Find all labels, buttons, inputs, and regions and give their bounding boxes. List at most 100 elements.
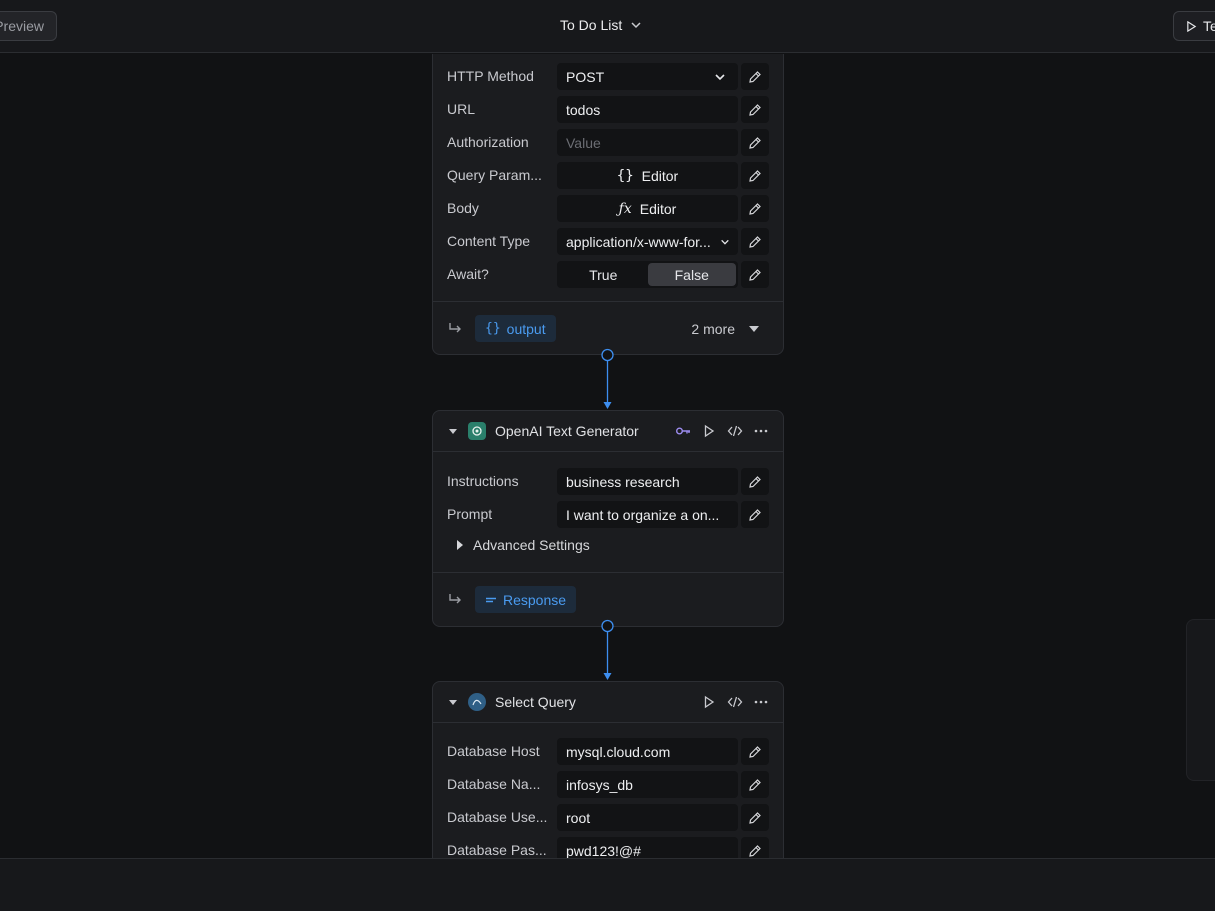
play-icon[interactable] [701,694,717,710]
edit-button[interactable] [741,162,769,189]
more-icon[interactable] [753,423,769,439]
preview-button[interactable]: Preview [0,11,57,41]
param-label: Instructions [447,473,519,489]
pencil-icon [749,70,761,83]
param-row-body: Body ƒx Editor [447,195,769,222]
response-chip[interactable]: Response [475,586,577,613]
edit-button[interactable] [741,195,769,222]
content-type-value: application/x-www-for... [566,233,711,250]
param-label: Content Type [447,233,531,249]
pencil-icon [749,745,761,758]
key-icon[interactable] [675,423,691,439]
instructions-field[interactable]: business research [557,468,738,495]
edit-button[interactable] [741,837,769,858]
play-icon [1187,20,1197,32]
await-false-option[interactable]: False [647,263,736,286]
more-outputs-toggle[interactable]: 2 more [691,321,759,337]
braces-icon: {} [616,167,634,184]
edit-button[interactable] [741,129,769,156]
await-true-option[interactable]: True [559,263,648,286]
query-params-editor-button[interactable]: {} Editor [557,162,738,189]
param-row-database-user: Database Use... root [447,804,769,831]
select-query-card: Select Query Database Host mysql.cloud.c… [432,681,784,858]
collapse-caret-icon[interactable] [449,699,457,705]
response-chip-label: Response [503,591,567,608]
fx-icon: ƒx [618,200,632,217]
content-type-select[interactable]: application/x-www-for... [557,228,738,255]
edit-button[interactable] [741,468,769,495]
card-title: Select Query [495,694,576,710]
edit-button[interactable] [741,804,769,831]
param-row-database-host: Database Host mysql.cloud.com [447,738,769,765]
bottom-bar [0,858,1215,911]
pencil-icon [749,103,761,116]
param-label: HTTP Method [447,68,534,84]
caret-down-icon [749,326,759,332]
output-chip[interactable]: {} output [475,315,556,342]
test-button-label: Test [1203,18,1215,34]
edit-button[interactable] [741,228,769,255]
editor-label: Editor [639,200,677,217]
play-icon[interactable] [701,423,717,439]
authorization-field[interactable]: Value [557,129,738,156]
param-label: Authorization [447,134,529,150]
url-field[interactable]: todos [557,96,738,123]
edit-button[interactable] [741,63,769,90]
http-method-value: POST [566,68,605,85]
http-request-card: HTTP Method POST URL todos Authorization… [432,54,784,355]
card-header[interactable]: Select Query [433,682,783,723]
lines-icon [486,597,496,602]
advanced-settings-toggle[interactable]: Advanced Settings [457,537,590,553]
prompt-field[interactable]: I want to organize a on... [557,501,738,528]
code-icon[interactable] [727,694,743,710]
param-row-http-method: HTTP Method POST [447,63,769,90]
connector-edge [601,619,614,680]
edit-button[interactable] [741,501,769,528]
pencil-icon [749,844,761,857]
test-button[interactable]: Test [1173,11,1215,41]
param-label: Query Param... [447,167,542,183]
param-label: Await? [447,266,489,282]
connector-edge [601,348,614,409]
mysql-icon [468,693,486,711]
side-panel-handle[interactable] [1186,619,1215,781]
chevron-down-icon [715,73,725,80]
edit-button[interactable] [741,261,769,288]
edit-button[interactable] [741,738,769,765]
pencil-icon [749,235,761,248]
more-outputs-label: 2 more [691,321,735,337]
card-output-footer: {} output 2 more [433,301,783,355]
body-editor-button[interactable]: ƒx Editor [557,195,738,222]
workflow-canvas[interactable]: HTTP Method POST URL todos Authorization… [0,54,1215,858]
param-label: Database Host [447,743,540,759]
advanced-settings-label: Advanced Settings [473,537,590,553]
pencil-icon [749,508,761,521]
collapse-caret-icon[interactable] [449,428,457,434]
param-row-database-password: Database Pas... pwd123!@# [447,837,769,858]
http-method-select[interactable]: POST [557,63,738,90]
card-header[interactable]: OpenAI Text Generator [433,411,783,452]
pencil-icon [749,136,761,149]
edit-button[interactable] [741,96,769,123]
param-label: Database Pas... [447,842,547,858]
database-password-field[interactable]: pwd123!@# [557,837,738,858]
database-user-field[interactable]: root [557,804,738,831]
caret-right-icon [457,540,463,550]
chevron-down-icon [721,239,729,245]
param-row-prompt: Prompt I want to organize a on... [447,501,769,528]
workflow-title[interactable]: To Do List [560,17,642,33]
code-icon[interactable] [727,423,743,439]
database-host-field[interactable]: mysql.cloud.com [557,738,738,765]
param-row-url: URL todos [447,96,769,123]
return-arrow-icon [449,323,461,333]
card-header-actions [675,423,769,439]
output-chip-label: output [506,320,546,337]
more-icon[interactable] [753,694,769,710]
param-label: Body [447,200,479,216]
openai-icon [468,422,486,440]
pencil-icon [749,475,761,488]
param-row-query-params: Query Param... {} Editor [447,162,769,189]
edit-button[interactable] [741,771,769,798]
param-label: Database Na... [447,776,541,792]
database-name-field[interactable]: infosys_db [557,771,738,798]
